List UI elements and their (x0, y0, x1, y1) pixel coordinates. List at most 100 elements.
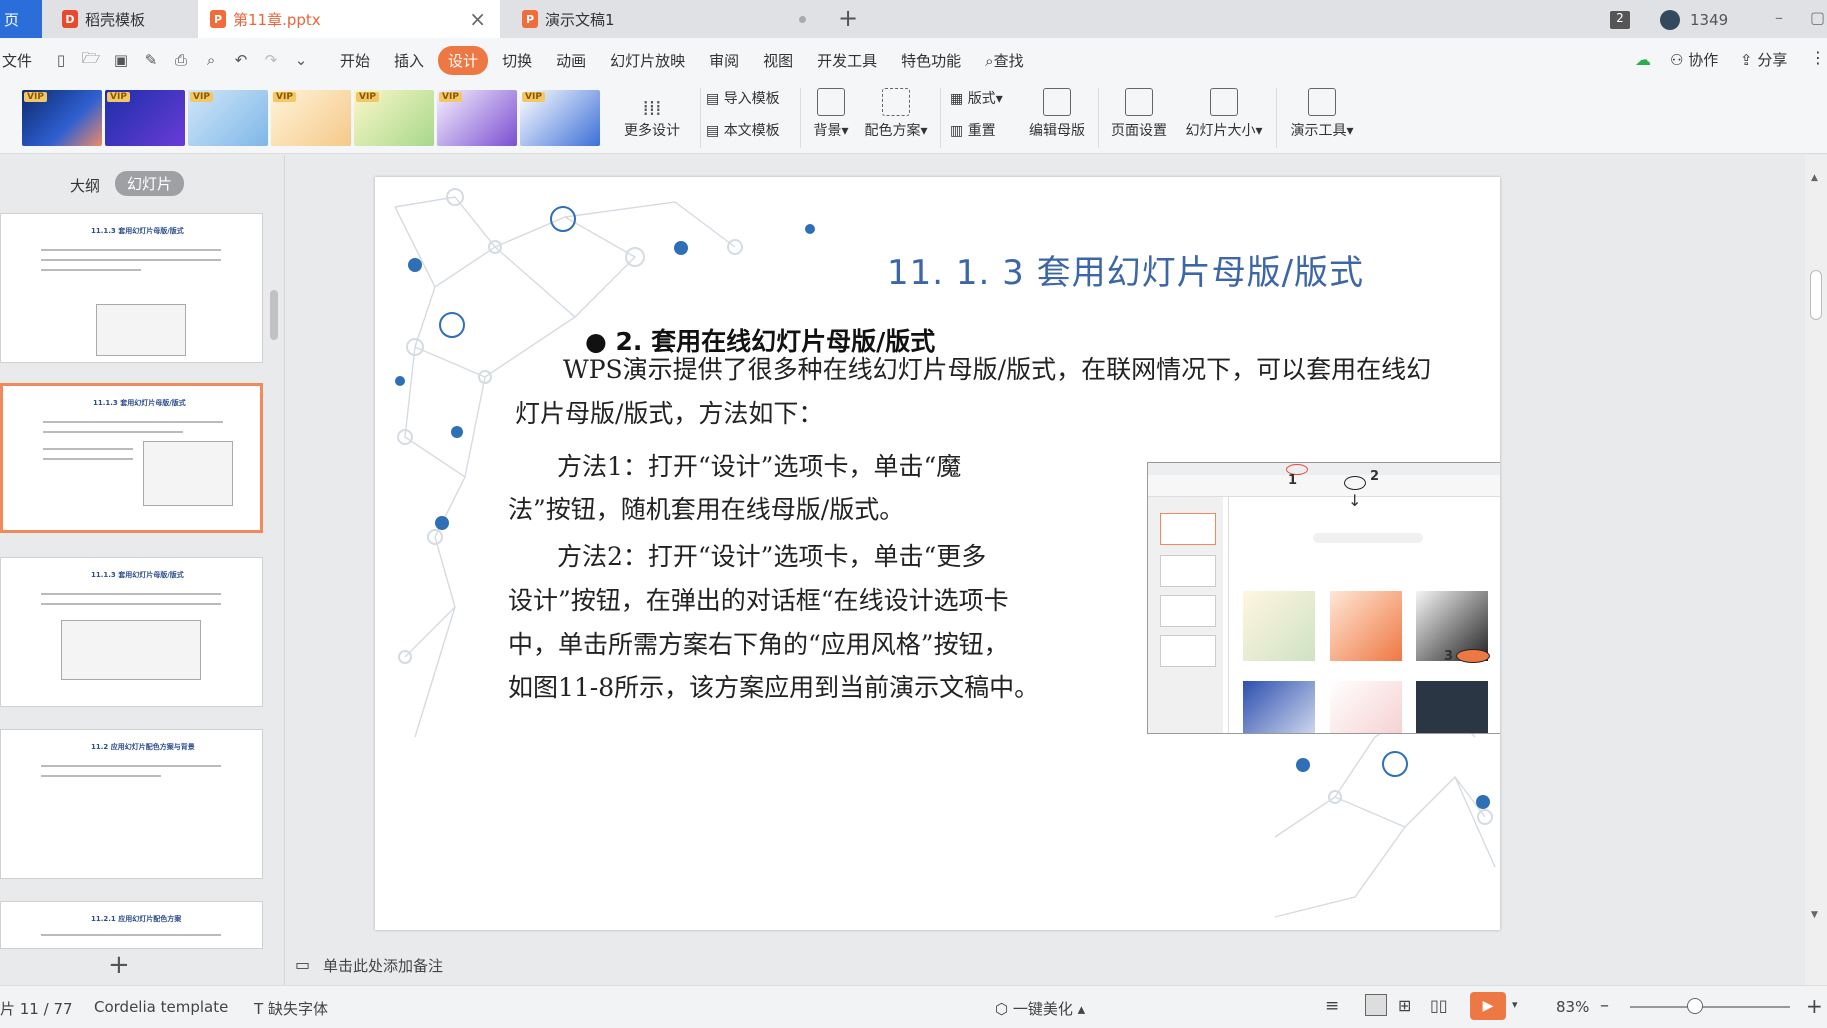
tab-chapter11[interactable]: P 第11章.pptx × (198, 0, 500, 38)
search-icon: ⌕ (985, 51, 994, 70)
chevron-down-icon[interactable]: ▾ (1512, 998, 1518, 1011)
beautify-button[interactable]: ⬡ 一键美化 ▴ (995, 998, 1085, 1019)
slide-thumbnail[interactable]: 11.1.3 套用幻灯片母版/版式 (0, 557, 263, 707)
scroll-up-icon[interactable]: ▲ (1811, 173, 1818, 183)
paragraph-3-line-1[interactable]: 方法2：打开“设计”选项卡，单击“更多 (557, 532, 986, 582)
paragraph-1-line-1[interactable]: WPS演示提供了很多种在线幻灯片母版/版式，在联网情况下，可以套用在线幻 (563, 345, 1431, 395)
present-tools-button[interactable]: 演示工具▾ (1284, 88, 1360, 140)
slide-thumbnail[interactable]: 11.1.3 套用幻灯片母版/版式 (0, 213, 263, 363)
this-template-button[interactable]: ▤ 本文模板 (706, 120, 780, 140)
tab-slides[interactable]: 幻灯片 (115, 171, 185, 196)
layout-button[interactable]: ▦ 版式▾ (950, 88, 1003, 108)
design-thumb[interactable]: VIP (188, 90, 268, 146)
minimize-icon[interactable]: – (1775, 8, 1783, 27)
notes-bar[interactable]: ▭ 单击此处添加备注 (285, 945, 1805, 985)
reading-view-icon[interactable]: ▯▯ (1430, 996, 1448, 1015)
design-thumb[interactable]: VIP (271, 90, 351, 146)
template-name[interactable]: Cordelia template (94, 998, 228, 1016)
background-button[interactable]: 背景▾ (806, 88, 856, 140)
redo-icon[interactable]: ↷ (262, 51, 280, 69)
add-slide-button[interactable]: + (108, 950, 130, 980)
paragraph-1-line-2[interactable]: 灯片母版/版式，方法如下： (515, 389, 823, 439)
slide-size-button[interactable]: 幻灯片大小▾ (1178, 88, 1270, 140)
more-design-label: 更多设计 (624, 123, 680, 139)
user-count: 1349 (1690, 11, 1729, 29)
undo-icon[interactable]: ↶ (232, 51, 250, 69)
design-thumb[interactable]: VIP (520, 90, 600, 146)
missing-font-button[interactable]: T 缺失字体 (254, 998, 328, 1019)
paragraph-3-line-2[interactable]: 设计”按钮，在弹出的对话框“在线设计选项卡 (508, 576, 1009, 626)
vip-badge: VIP (439, 92, 462, 102)
import-template-button[interactable]: ▤ 导入模板 (706, 88, 780, 108)
menu-developer[interactable]: 开发工具 (807, 46, 887, 75)
menu-design[interactable]: 设计 (438, 45, 489, 75)
zoom-out-icon[interactable]: – (1600, 995, 1609, 1016)
design-thumb[interactable]: VIP (22, 90, 102, 146)
paragraph-2-line-2[interactable]: 法”按钮，随机套用在线母版/版式。 (508, 485, 904, 535)
print-preview-icon[interactable]: ⌕ (202, 51, 220, 69)
scroll-down-icon[interactable]: ▼ (1811, 910, 1818, 920)
page-setup-button[interactable]: 页面设置 (1104, 88, 1174, 140)
menu-slideshow[interactable]: 幻灯片放映 (600, 46, 695, 75)
tab-home[interactable]: 页 (0, 0, 42, 38)
format-painter-icon[interactable]: ✎ (142, 51, 160, 69)
menu-animation[interactable]: 动画 (546, 46, 596, 75)
window-count-badge[interactable]: 2 (1610, 11, 1630, 29)
share-button[interactable]: ⇪ 分享 (1740, 49, 1787, 70)
menu-file[interactable]: 文件 (0, 46, 42, 75)
restore-icon[interactable]: ▢ (1810, 8, 1825, 27)
avatar[interactable] (1660, 10, 1680, 30)
paragraph-3-line-4[interactable]: 如图11-8所示，该方案应用到当前演示文稿中。 (508, 663, 1039, 713)
close-icon[interactable]: × (469, 7, 486, 31)
slide-thumbnail[interactable]: 11.2 应用幻灯片配色方案与背景 (0, 729, 263, 879)
menu-insert[interactable]: 插入 (384, 46, 434, 75)
notes-placeholder[interactable]: 单击此处添加备注 (323, 955, 443, 976)
slide-title[interactable]: 11. 1. 3 套用幻灯片母版/版式 (887, 245, 1364, 294)
design-thumb[interactable]: VIP (437, 90, 517, 146)
slide[interactable]: 11. 1. 3 套用幻灯片母版/版式 ● 2. 套用在线幻灯片母版/版式 WP… (375, 177, 1500, 930)
zoom-slider-handle[interactable] (1687, 998, 1703, 1014)
normal-view-icon[interactable] (1365, 994, 1387, 1016)
search-button[interactable]: ⌕查找 (975, 46, 1033, 75)
new-file-icon[interactable]: ▯ (52, 51, 70, 69)
menu-transition[interactable]: 切换 (492, 46, 542, 75)
collab-button[interactable]: ⚇ 协作 (1670, 49, 1718, 70)
reset-button[interactable]: ▥ 重置 (950, 120, 996, 140)
print-icon[interactable]: ⎙ (172, 51, 190, 69)
chevron-down-icon[interactable]: ⌄ (292, 51, 310, 69)
edit-master-button[interactable]: 编辑母版 (1022, 88, 1092, 140)
shot-apply-style-highlight (1456, 649, 1490, 663)
zoom-in-icon[interactable]: + (1806, 994, 1823, 1018)
zoom-level[interactable]: 83% (1556, 998, 1589, 1016)
design-thumb[interactable]: VIP (105, 90, 185, 146)
import-label: 导入模板 (723, 91, 780, 107)
sorter-view-icon[interactable]: ⊞ (1398, 996, 1411, 1015)
design-thumb[interactable]: VIP (354, 90, 434, 146)
cloud-sync-icon[interactable]: ☁ (1635, 50, 1651, 69)
menu-home[interactable]: 开始 (330, 46, 380, 75)
slide-thumbnail-selected[interactable]: 11.1.3 套用幻灯片母版/版式 (0, 383, 263, 533)
font-icon: T (254, 1000, 264, 1018)
tab-docer[interactable]: D 稻壳模板 (50, 0, 195, 38)
vip-badge: VIP (107, 92, 130, 102)
scroll-thumb[interactable] (1810, 270, 1822, 320)
open-folder-icon[interactable]: 🗁 (82, 49, 101, 69)
menu-view[interactable]: 视图 (753, 46, 803, 75)
tab-presentation1[interactable]: P 演示文稿1 (510, 0, 820, 38)
tab-outline[interactable]: 大纲 (70, 175, 100, 196)
save-icon[interactable]: ▣ (112, 51, 130, 69)
panel-scrollbar[interactable] (270, 290, 278, 340)
menu-review[interactable]: 审阅 (699, 46, 749, 75)
color-scheme-button[interactable]: 配色方案▾ (860, 88, 932, 140)
canvas-scrollbar[interactable]: ▲ ▼ (1805, 155, 1827, 985)
slide-thumbnail[interactable]: 11.2.1 应用幻灯片配色方案 (0, 901, 263, 949)
divider (700, 88, 701, 148)
more-design-button[interactable]: ⁞⁞⁞ 更多设计 (620, 96, 684, 140)
new-tab-icon[interactable]: + (838, 4, 858, 32)
menu-special[interactable]: 特色功能 (891, 46, 971, 75)
embedded-screenshot[interactable]: 1 2 3 ↓ (1147, 462, 1500, 734)
more-icon[interactable]: ⋮ (1810, 48, 1826, 67)
play-slideshow-button[interactable]: ▶ (1470, 992, 1506, 1020)
zoom-slider[interactable] (1630, 1006, 1790, 1008)
notes-toggle-icon[interactable]: ≡ (1325, 996, 1339, 1016)
